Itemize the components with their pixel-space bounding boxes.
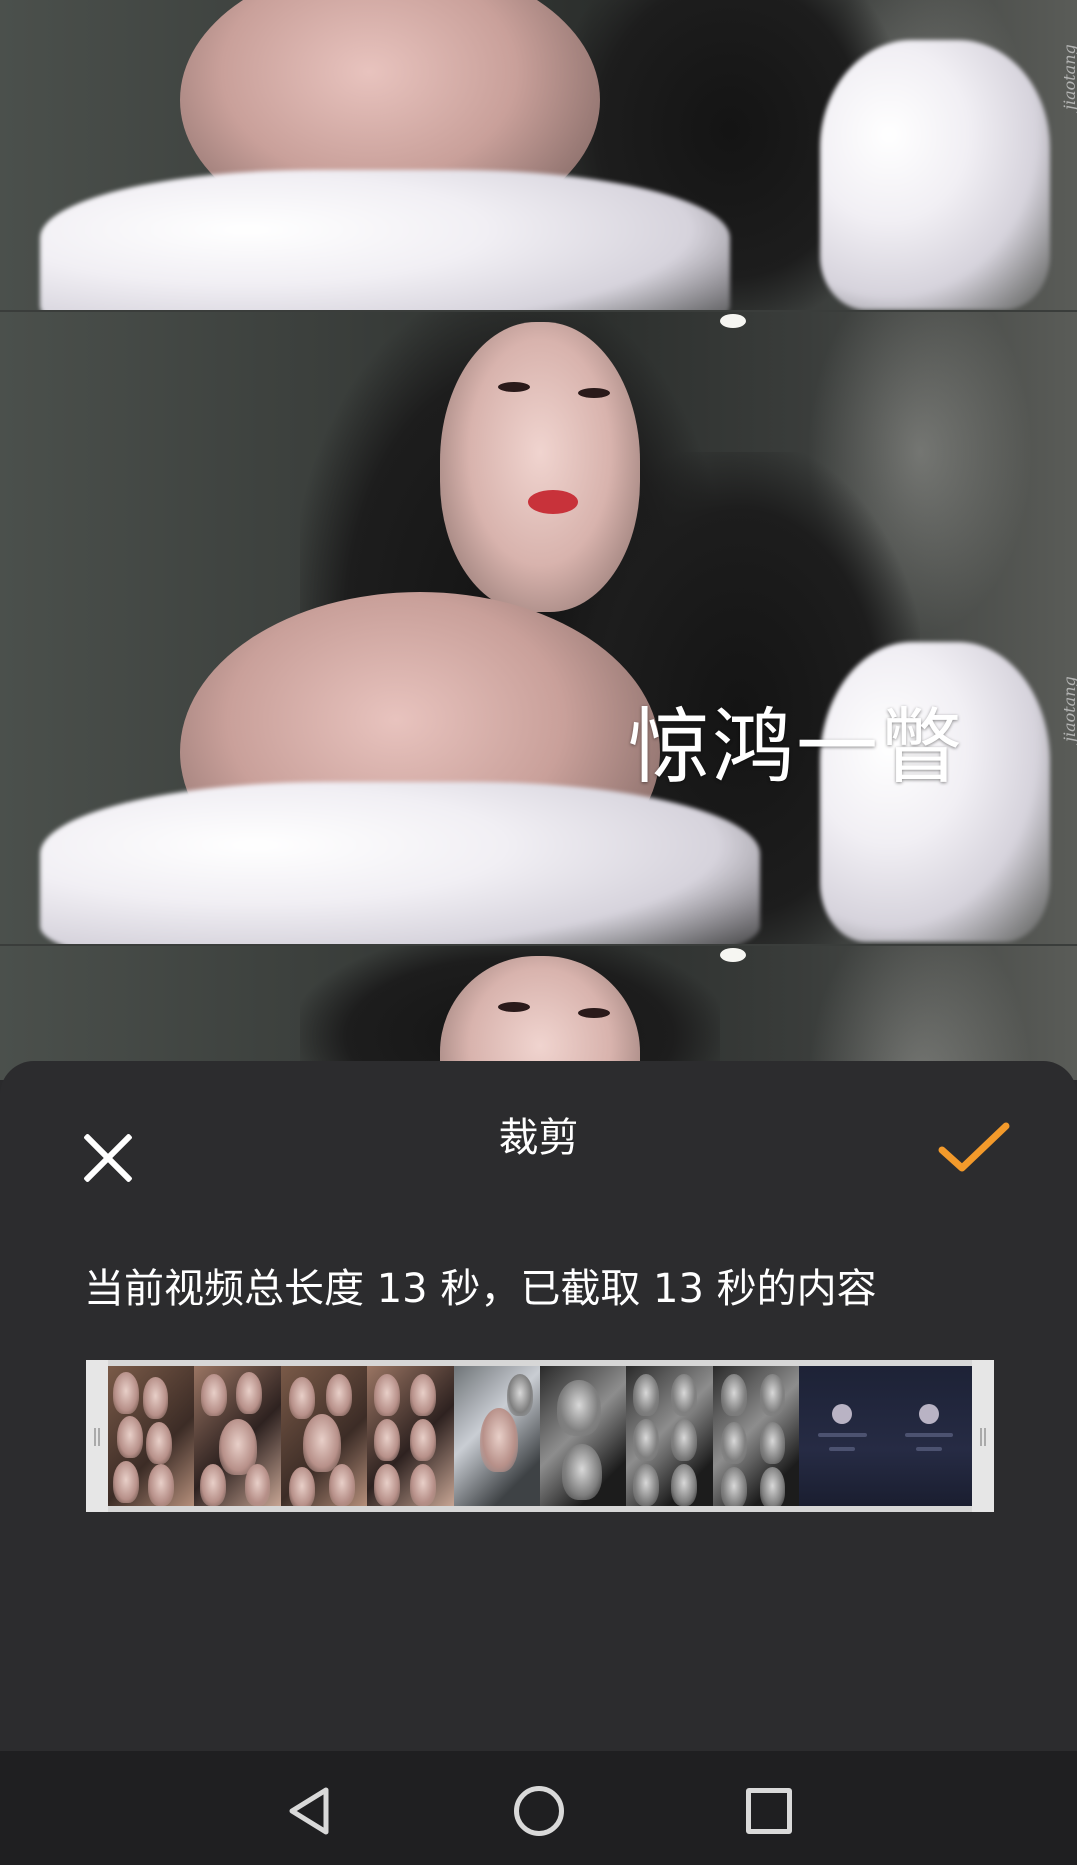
feather-garment-right [820,40,1050,310]
trim-handle-left[interactable] [86,1360,108,1512]
sheet-title: 裁剪 [498,1115,579,1161]
video-frame-middle: jiaotang [0,312,1077,944]
back-triangle-icon [289,1787,329,1835]
face-shape [440,322,640,612]
timeline-frame [885,1366,972,1506]
trim-timeline[interactable] [86,1360,994,1512]
eye-left [498,382,530,392]
timeline-frame [108,1366,195,1506]
watermark-text: jiaotang [1060,676,1077,742]
eye-right [578,388,610,398]
confirm-button[interactable] [936,1118,1012,1178]
feather-garment [40,782,760,944]
grip-icon [980,1428,986,1446]
home-button[interactable] [514,1786,564,1836]
timeline-frame [799,1366,886,1506]
timeline-frames [108,1366,972,1506]
grip-icon [94,1428,100,1446]
timeline-frame [367,1366,454,1506]
eye-right [578,1008,610,1018]
recent-apps-button[interactable] [746,1788,792,1834]
timeline-frame [280,1366,368,1506]
video-frame-bottom [0,946,1077,1080]
timeline-frame [626,1366,713,1506]
feather-garment [40,170,730,310]
video-length-info: 当前视频总长度 13 秒，已截取 13 秒的内容 [84,1266,877,1312]
ceiling-light [720,314,746,328]
video-frame-top: jiaotang [0,0,1077,310]
ceiling-light [720,948,746,962]
watermark-text: jiaotang [1060,44,1077,110]
checkmark-icon [938,1122,1010,1172]
eye-left [498,1002,530,1012]
back-button[interactable] [286,1786,332,1836]
timeline-frame [194,1366,281,1506]
timeline-frame [453,1366,541,1506]
video-caption-text: 惊鸿一瞥 [628,700,965,795]
trim-handle-right[interactable] [972,1360,994,1512]
lips [528,490,578,514]
timeline-frame [540,1366,627,1506]
video-preview[interactable]: jiaotang jiaotang 惊鸿一瞥 [0,0,1077,1080]
timeline-frame [712,1366,800,1506]
app-root: jiaotang jiaotang 惊鸿一瞥 裁剪 当前视频总长度 13 秒，已… [0,0,1077,1865]
